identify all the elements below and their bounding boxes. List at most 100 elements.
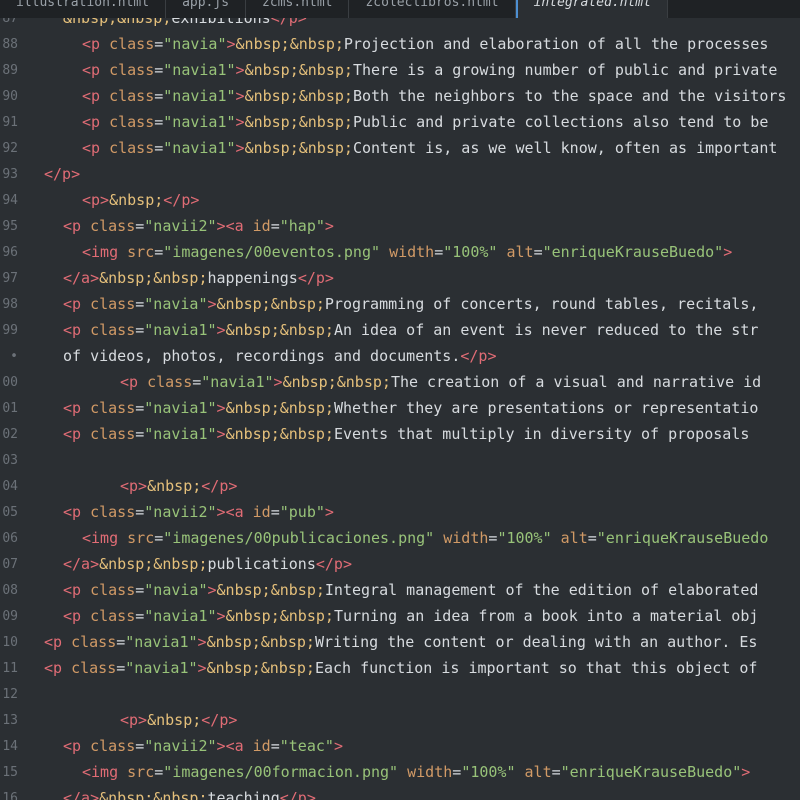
code-line[interactable]: <p class="navia1">&nbsp;&nbsp;An idea of… [44, 317, 758, 343]
code-token: <p [82, 87, 101, 105]
tab-bar: illustration.html app.js zcms.html zcolecli… [0, 0, 800, 18]
code-token: > [333, 737, 343, 755]
code-token: "navia1" [201, 373, 274, 391]
code-line[interactable]: <p class="navia1">&nbsp;&nbsp;Both the n… [44, 83, 786, 109]
code-line[interactable]: <p class="navia1">&nbsp;&nbsp;There is a… [44, 57, 777, 83]
code-token: = [154, 529, 164, 547]
code-line[interactable]: <p class="navia1">&nbsp;&nbsp;Turning an… [44, 603, 758, 629]
code-line[interactable]: &nbsp;&nbsp;exhibitions</p> [44, 18, 307, 31]
code-line[interactable]: <p>&nbsp;</p> [44, 707, 237, 733]
line-number: 15 [2, 765, 18, 780]
code-token: = [587, 529, 597, 547]
code-token: <p [63, 737, 82, 755]
code-line[interactable]: <p class="navia">&nbsp;&nbsp;Programming… [44, 291, 758, 317]
line-number: 89 [2, 63, 18, 78]
code-area[interactable]: &nbsp;&nbsp;exhibitions</p> <p class="nav… [44, 18, 800, 800]
code-token: "imagenes/00publicaciones.png" [163, 529, 435, 547]
code-token: = [533, 243, 543, 261]
code-line[interactable]: </a>&nbsp;&nbsp;happenings</p> [44, 265, 334, 291]
code-token: width [443, 529, 489, 547]
code-token: </p> [315, 555, 352, 573]
code-line[interactable]: <p class="navia1">&nbsp;&nbsp;Events tha… [44, 421, 749, 447]
code-token: "navia1" [125, 633, 198, 651]
code-line[interactable]: <img src="imagenes/00eventos.png" width=… [44, 239, 732, 265]
code-line[interactable]: <p class="navia1">&nbsp;&nbsp;Public and… [44, 109, 768, 135]
line-number: 93 [2, 167, 18, 182]
code-token: <p> [120, 477, 148, 495]
code-line[interactable]: <p class="navia1">&nbsp;&nbsp;Writing th… [44, 629, 757, 655]
code-token: "navii2" [144, 737, 217, 755]
code-line[interactable]: <p class="navii2"><a id="pub"> [44, 499, 334, 525]
code-editor[interactable]: 87 88 89 90 91 92 93 94 95 96 97 98 99 • 00 01 02 03 04 05 0… [0, 18, 800, 800]
code-line[interactable]: <p class="navia1">&nbsp;&nbsp;Whether th… [44, 395, 758, 421]
code-token: <p [82, 35, 101, 53]
code-token: Turning an idea from a book into a mater… [333, 607, 759, 625]
code-line[interactable]: <p class="navii2"><a id="teac"> [44, 733, 343, 759]
code-line[interactable]: <img src="imagenes/00formacion.png" widt… [44, 759, 750, 785]
code-token: "navia" [144, 295, 208, 313]
code-token: <p [63, 217, 82, 235]
code-token: &nbsp;&nbsp; [244, 113, 353, 131]
code-line[interactable]: </a>&nbsp;&nbsp;publications</p> [44, 551, 352, 577]
code-token: > [216, 503, 226, 521]
line-number: 09 [2, 609, 18, 624]
code-token: The creation of a visual and narrative i… [390, 373, 762, 391]
code-token: &nbsp;&nbsp; [244, 61, 353, 79]
code-token: There is a growing number of public and … [352, 61, 778, 79]
code-token: &nbsp;&nbsp; [244, 87, 353, 105]
tab-integrated-html[interactable]: integrated.html [515, 0, 668, 18]
code-token: "teac" [279, 737, 334, 755]
code-token: = [270, 737, 280, 755]
line-number: 90 [2, 89, 18, 104]
code-token: > [216, 737, 226, 755]
code-line[interactable]: <p class="navia1">&nbsp;&nbsp;Each funct… [44, 655, 757, 681]
tab-illustration-html[interactable]: illustration.html [0, 0, 167, 18]
line-number: 02 [2, 427, 18, 442]
code-token: Integral management of the edition of el… [324, 581, 759, 599]
line-number: 95 [2, 219, 18, 234]
code-line[interactable]: <p>&nbsp;</p> [44, 187, 199, 213]
code-line[interactable]: <p class="navii2"><a id="hap"> [44, 213, 334, 239]
code-token: width [407, 763, 453, 781]
code-line[interactable]: <p class="navia1">&nbsp;&nbsp;The creati… [44, 369, 761, 395]
line-number: 08 [2, 583, 18, 598]
code-token: > [324, 217, 334, 235]
code-token: class [109, 139, 155, 157]
code-line[interactable]: of videos, photos, recordings and docume… [44, 343, 496, 369]
code-token: "enriqueKrauseBuedo" [560, 763, 742, 781]
code-line[interactable]: <p class="navia">&nbsp;&nbsp;Projection … [44, 31, 768, 57]
code-token: </p> [279, 789, 316, 800]
tab-app-js[interactable]: app.js [166, 0, 247, 18]
code-line[interactable]: </a>&nbsp;&nbsp;teaching</p> [44, 785, 316, 800]
line-number: 96 [2, 245, 18, 260]
code-token: > [235, 113, 245, 131]
line-number: 88 [2, 37, 18, 52]
code-token: <a [225, 737, 244, 755]
code-token: = [452, 763, 462, 781]
tab-zcms-html[interactable]: zcms.html [246, 0, 350, 18]
line-number: 13 [2, 713, 18, 728]
code-token: = [270, 503, 280, 521]
code-token: &nbsp;&nbsp; [225, 399, 334, 417]
code-token: <p [44, 659, 63, 677]
code-line[interactable]: <p class="navia1">&nbsp;&nbsp;Content is… [44, 135, 777, 161]
code-line[interactable]: <img src="imagenes/00publicaciones.png" … [44, 525, 768, 551]
code-token: &nbsp; [147, 711, 202, 729]
code-token: src [127, 763, 155, 781]
code-token: = [135, 399, 145, 417]
code-token: </a> [63, 789, 100, 800]
code-token: happenings [207, 269, 298, 287]
line-number: 94 [2, 193, 18, 208]
code-token: > [741, 763, 751, 781]
code-token: = [116, 659, 126, 677]
tab-zcoleclibros-html[interactable]: zcoleclibros.html [349, 0, 516, 18]
code-line[interactable]: </p> [44, 161, 80, 187]
code-line[interactable]: <p class="navia">&nbsp;&nbsp;Integral ma… [44, 577, 758, 603]
code-line[interactable]: <p>&nbsp;</p> [44, 473, 237, 499]
